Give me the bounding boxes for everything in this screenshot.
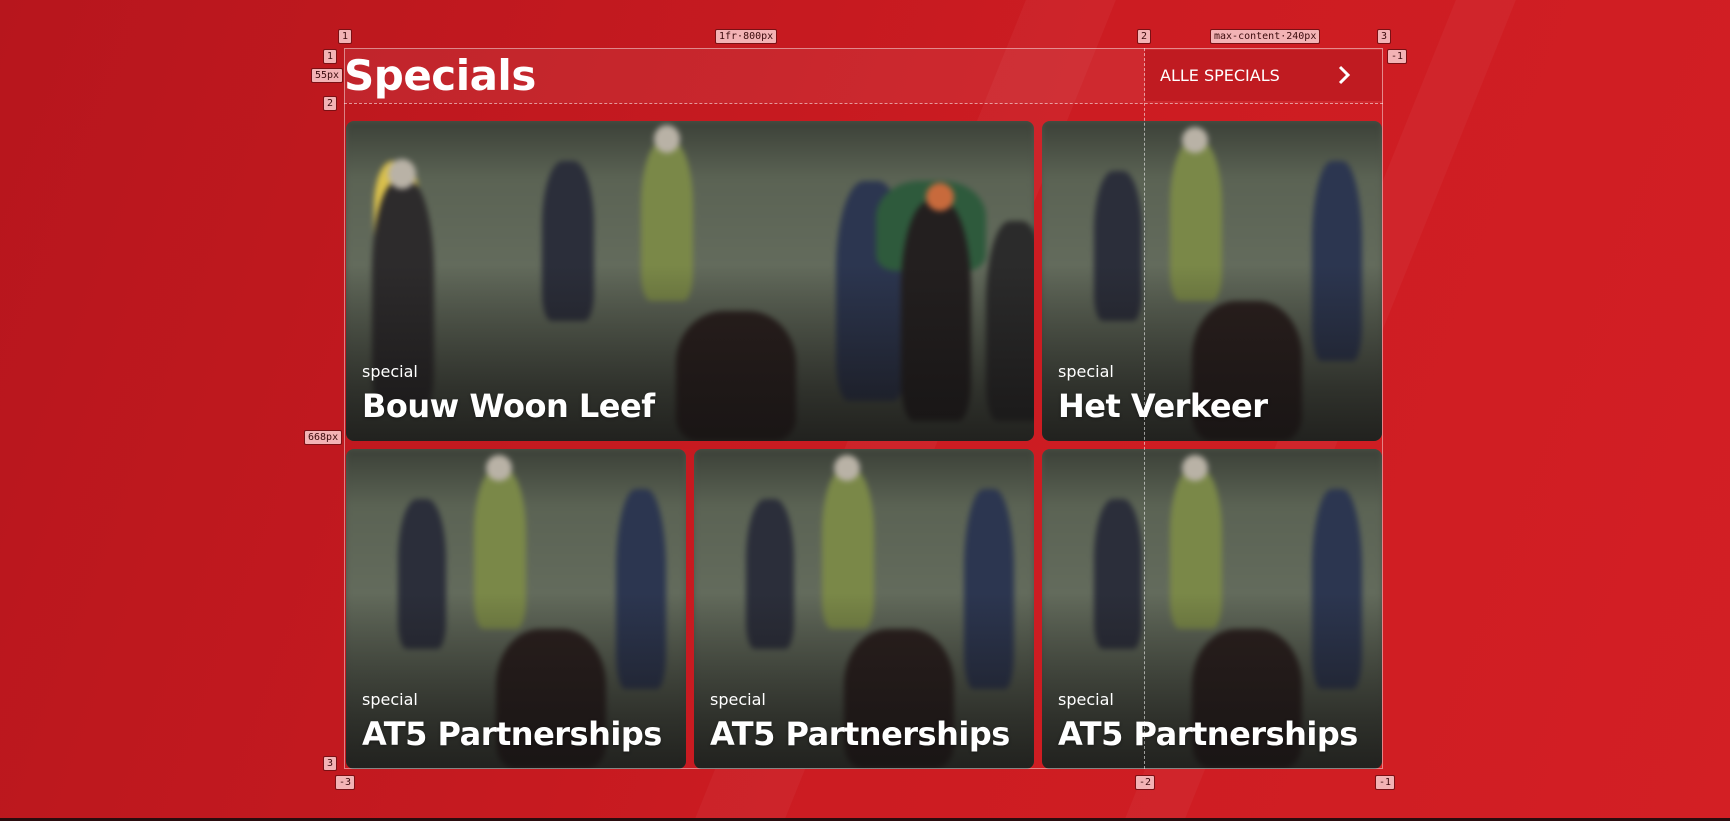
grid-column-line: [1144, 48, 1145, 769]
grid-col-line-label: 3: [1377, 29, 1392, 44]
grid-row-line-label: 2: [323, 96, 338, 111]
grid-col-track-label: 1fr·800px: [715, 29, 778, 44]
grid-neg-line-label: -1: [1387, 49, 1408, 64]
grid-neg-line-label: -2: [1135, 775, 1156, 790]
grid-col-track-label: max-content·240px: [1210, 29, 1321, 44]
grid-neg-line-label: -1: [1375, 775, 1396, 790]
grid-col-line-label: 2: [1137, 29, 1152, 44]
grid-row-line: [344, 103, 1383, 104]
grid-row-track-label: 668px: [304, 430, 343, 445]
grid-row-track-label: 55px: [311, 68, 344, 83]
grid-overlay-frame: [344, 48, 1383, 769]
grid-neg-line-label: -3: [335, 775, 356, 790]
grid-col-line-label: 1: [338, 29, 353, 44]
grid-row-line-label: 3: [323, 756, 338, 771]
grid-row-line-label: 1: [323, 49, 338, 64]
